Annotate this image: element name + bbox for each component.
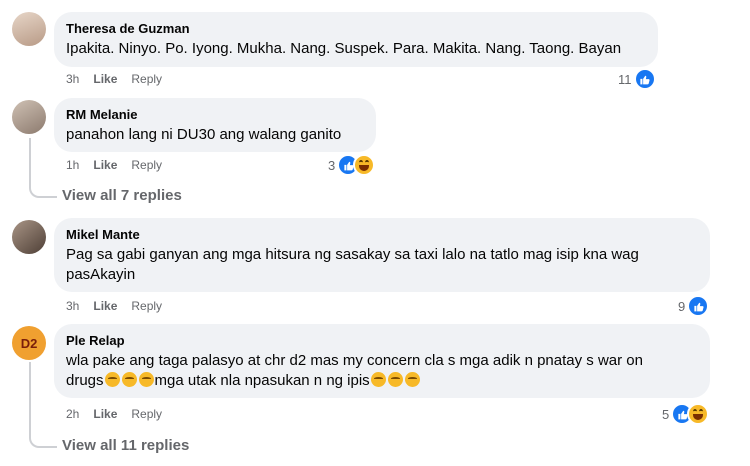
like-button[interactable]: Like (93, 298, 117, 314)
reply-button[interactable]: Reply (131, 157, 162, 173)
reaction-count: 5 (662, 406, 670, 422)
avatar[interactable] (12, 100, 46, 134)
reply-thread-line (29, 138, 57, 198)
like-button[interactable]: Like (93, 406, 117, 422)
avatar[interactable]: D2 (12, 326, 46, 360)
like-reaction-icon (687, 295, 710, 317)
smile-emoji-icon (138, 372, 154, 387)
reply-thread-line (29, 362, 57, 448)
reaction-count: 9 (678, 298, 686, 314)
comment-time[interactable]: 1h (66, 157, 79, 173)
reaction-summary[interactable]: 9 (678, 295, 710, 317)
like-button[interactable]: Like (93, 157, 117, 173)
smile-emoji-icon (387, 372, 403, 387)
comment-author[interactable]: Ple Relap (66, 332, 698, 349)
comment-actions: 3h Like Reply (66, 71, 162, 87)
comment-author[interactable]: Theresa de Guzman (66, 20, 646, 37)
avatar-text: D2 (20, 335, 38, 351)
comment-text-line: Pag sa gabi ganyan ang mga hitsura ng sa… (66, 246, 639, 263)
smile-emoji-icon (121, 372, 137, 387)
reaction-summary[interactable]: 11 (618, 68, 656, 90)
comment-text: Ipakita. Ninyo. Po. Iyong. Mukha. Nang. … (66, 40, 622, 57)
reply-button[interactable]: Reply (131, 406, 162, 422)
comment-bubble: Theresa de Guzman Ipakita. Ninyo. Po. Iy… (54, 12, 658, 67)
reply-button[interactable]: Reply (131, 71, 162, 87)
smile-emoji-icon (104, 372, 120, 387)
comment-text-line: wla pake ang taga palasyo at chr d2 mas … (66, 352, 643, 369)
comment-bubble: Mikel Mante Pag sa gabi ganyan ang mga h… (54, 218, 710, 292)
reaction-count: 3 (328, 157, 336, 173)
comment-actions: 3h Like Reply (66, 298, 162, 314)
comment-text: panahon lang ni DU30 ang walang ganito (66, 126, 342, 143)
comment-bubble: RM Melanie panahon lang ni DU30 ang wala… (54, 98, 376, 152)
comment-text-line: pasAkayin (66, 266, 136, 283)
comment-time[interactable]: 3h (66, 298, 79, 314)
reaction-summary[interactable]: 3 (328, 154, 376, 176)
avatar[interactable] (12, 12, 46, 46)
view-replies-link[interactable]: View all 7 replies (62, 187, 182, 204)
view-replies-link[interactable]: View all 11 replies (62, 437, 189, 454)
like-button[interactable]: Like (93, 71, 117, 87)
comment-text-fragment: drugs (66, 372, 104, 389)
haha-reaction-icon (353, 154, 376, 176)
reaction-count: 11 (618, 71, 632, 87)
comment-actions: 2h Like Reply (66, 406, 162, 422)
smile-emoji-icon (404, 372, 420, 387)
like-reaction-icon (633, 68, 656, 90)
comment-time[interactable]: 2h (66, 406, 79, 422)
avatar[interactable] (12, 220, 46, 254)
smile-emoji-icon (370, 372, 386, 387)
reply-button[interactable]: Reply (131, 298, 162, 314)
comment-author[interactable]: Mikel Mante (66, 226, 698, 243)
comment-text-fragment: mga utak nla npasukan n ng ipis (154, 372, 370, 389)
comment-author[interactable]: RM Melanie (66, 106, 364, 123)
reaction-summary[interactable]: 5 (662, 403, 710, 425)
comment-actions: 1h Like Reply (66, 157, 162, 173)
haha-reaction-icon (687, 403, 710, 425)
comment-time[interactable]: 3h (66, 71, 79, 87)
comment-bubble: Ple Relap wla pake ang taga palasyo at c… (54, 324, 710, 398)
comment-text-line-2: drugs mga utak nla npasukan n ng ipis (66, 371, 698, 391)
